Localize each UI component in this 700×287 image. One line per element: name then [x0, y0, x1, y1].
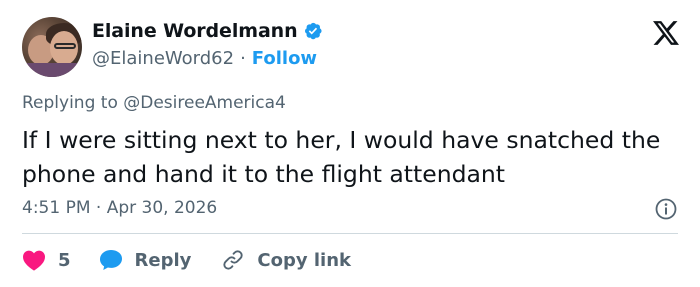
link-icon [223, 250, 244, 270]
reply-label: Reply [134, 249, 192, 271]
replying-to: Replying to @DesireeAmerica4 [22, 93, 286, 113]
replying-mention-link[interactable]: @DesireeAmerica4 [123, 93, 286, 113]
replying-prefix: Replying to [22, 93, 118, 113]
author-name-row: Elaine Wordelmann [92, 20, 323, 42]
tweet-text: If I were sitting next to her, I would h… [22, 126, 661, 188]
reply-bubble-icon [99, 250, 122, 270]
avatar-glasses [54, 43, 76, 49]
info-icon[interactable] [654, 197, 678, 221]
author-handle[interactable]: @ElaineWord62 [92, 48, 234, 69]
handle-separator: · [240, 48, 246, 69]
copy-link-label: Copy link [257, 249, 351, 271]
verified-badge-icon [304, 22, 322, 40]
avatar-shirt [22, 63, 82, 77]
like-button[interactable]: 5 [22, 249, 71, 271]
divider [22, 233, 678, 234]
action-bar: 5 Reply Copy link [22, 245, 351, 275]
like-count: 5 [58, 249, 71, 271]
avatar[interactable] [22, 17, 82, 77]
copy-link-button[interactable]: Copy link [221, 248, 351, 272]
tweet-timestamp[interactable]: 4:51 PM · Apr 30, 2026 [22, 198, 217, 218]
x-logo-icon[interactable] [653, 21, 679, 45]
author-handle-row: @ElaineWord62 · Follow [92, 48, 317, 69]
heart-icon [23, 250, 45, 271]
author-display-name[interactable]: Elaine Wordelmann [92, 20, 298, 42]
reply-button[interactable]: Reply [99, 249, 192, 271]
follow-button[interactable]: Follow [252, 48, 317, 69]
